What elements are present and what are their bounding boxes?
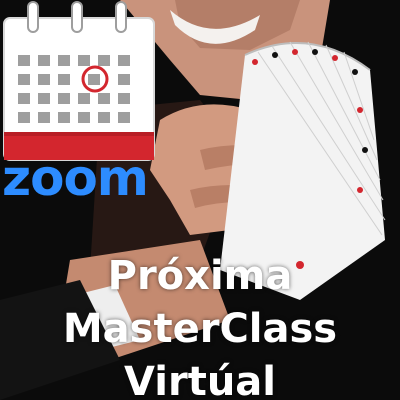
- headline-line-3: Virtúal: [124, 359, 276, 400]
- headline-line-1: Próxima: [107, 253, 293, 299]
- promo-banner: zoom Próxima MasterClass Virtúal: [0, 0, 400, 400]
- zoom-logo: zoom: [2, 149, 149, 207]
- headline-line-2: MasterClass: [62, 306, 338, 352]
- calendar-icon: [3, 1, 155, 161]
